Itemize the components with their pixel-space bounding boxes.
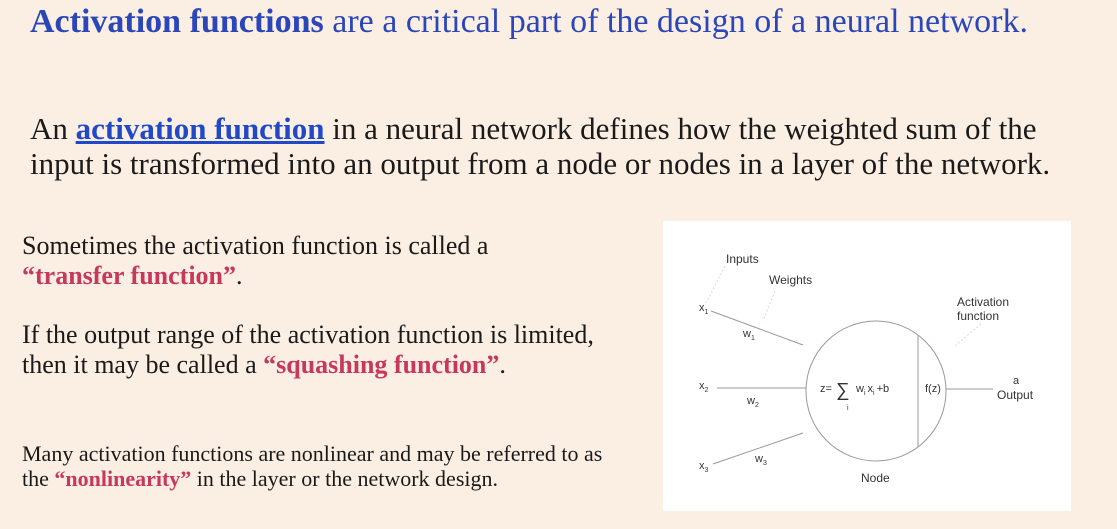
nonlinearity-highlight: “nonlinearity” [54, 466, 192, 491]
activation-function-link[interactable]: activation function [76, 111, 325, 146]
note2-end: . [499, 350, 506, 379]
note1-text: Sometimes the activation function is cal… [22, 231, 489, 260]
transfer-function-highlight: “transfer function” [22, 261, 237, 290]
weights-guide-line [762, 290, 776, 322]
definition-prefix: An [30, 111, 76, 146]
x1-subscript: 1 [705, 309, 709, 316]
weights-label: Weights [769, 273, 812, 287]
activation-label-line1: Activation [957, 295, 1009, 309]
output-label: Output [997, 388, 1034, 402]
heading: Activation functions are a critical part… [30, 2, 1030, 42]
w3-label: w3 [754, 453, 767, 467]
w1-letter: w [742, 328, 751, 340]
note1-end: . [236, 261, 243, 290]
x3-subscript: 3 [705, 467, 709, 474]
activation-guide-line [954, 323, 982, 347]
x2-label: x2 [699, 380, 709, 394]
neuron-diagram: Inputs Weights Activation function x1 x2… [663, 221, 1071, 511]
inputs-label: Inputs [726, 252, 759, 266]
nonlinearity-note: Many activation functions are nonlinear … [22, 441, 632, 491]
w2-subscript: 2 [755, 402, 759, 409]
w2-label: w2 [746, 395, 759, 409]
w1-label: w1 [742, 328, 755, 342]
node-label: Node [861, 471, 890, 485]
formula-suffix: +b [877, 383, 890, 395]
output-a: a [1013, 375, 1020, 387]
heading-bold: Activation functions [30, 3, 324, 40]
heading-rest: are a critical part of the design of a n… [323, 3, 1028, 40]
w3-subscript: 3 [763, 460, 767, 467]
note3-end: in the layer or the network design. [191, 466, 498, 491]
x2-subscript: 2 [705, 387, 709, 394]
sigma-symbol: ∑ [836, 380, 850, 401]
transfer-function-note: Sometimes the activation function is cal… [22, 231, 582, 291]
inputs-guide-line [705, 265, 726, 304]
x1-label: x1 [699, 302, 709, 316]
formula-prefix: z= [820, 383, 832, 395]
definition-paragraph: An activation function in a neural netwo… [30, 111, 1090, 181]
squashing-function-note: If the output range of the activation fu… [22, 320, 642, 380]
neuron-diagram-svg: Inputs Weights Activation function x1 x2… [699, 252, 1034, 485]
input-line-1 [710, 310, 804, 346]
activation-label-line2: function [957, 309, 999, 323]
formula-term: wi xi +b [855, 383, 889, 397]
w1-subscript: 1 [751, 335, 755, 342]
squashing-function-highlight: “squashing function” [263, 350, 500, 379]
x3-label: x3 [699, 460, 709, 474]
w3-letter: w [754, 453, 763, 465]
fz-label: f(z) [925, 383, 941, 395]
w2-letter: w [746, 395, 755, 407]
formula-w: w [855, 383, 864, 395]
